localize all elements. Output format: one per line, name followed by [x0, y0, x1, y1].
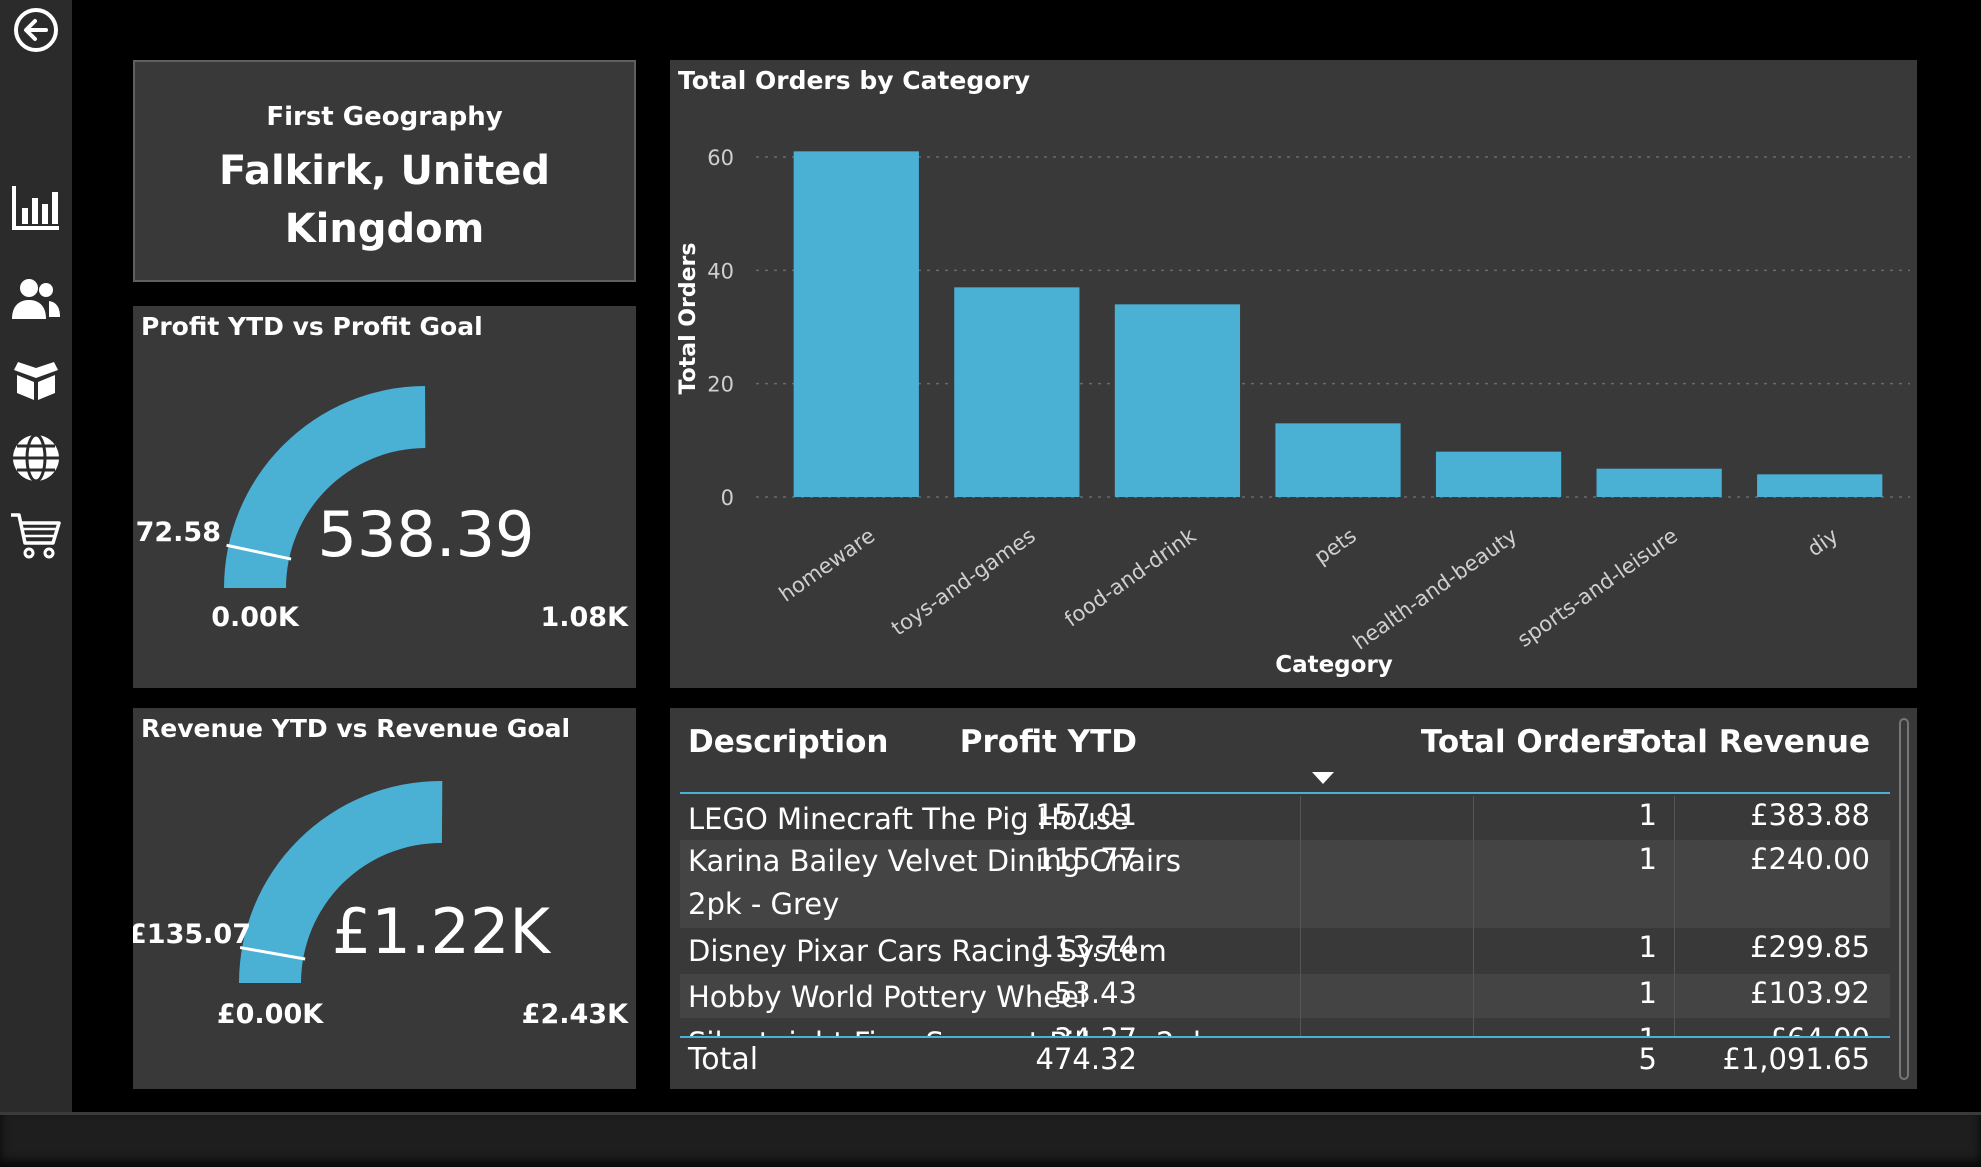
- row-orders: 1: [1638, 798, 1657, 832]
- box-icon[interactable]: [0, 354, 72, 404]
- row-orders: 1: [1639, 1022, 1657, 1036]
- header-divider: [680, 792, 1890, 794]
- bar-health-and-beauty[interactable]: [1435, 451, 1562, 497]
- revenue-gauge-svg: £1.22K £135.07 £0.00K £2.43K: [133, 781, 629, 1030]
- row-description: Hobby World Pottery Wheel: [688, 980, 1087, 1014]
- bar-diy[interactable]: [1757, 474, 1883, 497]
- row-revenue: £383.88: [1750, 798, 1870, 832]
- revenue-gauge-max-label: £2.43K: [522, 999, 629, 1030]
- sidebar-nav: [0, 0, 72, 1112]
- row-revenue: £299.85: [1750, 930, 1870, 964]
- table-row[interactable]: Disney Pixar Cars Racing System Track 11…: [680, 928, 1890, 1011]
- first-geography-card: First Geography Falkirk, United Kingdom: [133, 60, 636, 282]
- orders-by-category-chart[interactable]: Total Orders by Category 0 20 40 60 homeware…: [670, 60, 1917, 688]
- row-orders: 1: [1638, 930, 1657, 964]
- x-tick-label: toys-and-games: [887, 523, 1040, 640]
- total-orders: 5: [1638, 1042, 1657, 1076]
- table-row[interactable]: Hobby World Pottery Wheel 53.43 1 £103.9…: [680, 974, 1890, 1018]
- x-tick-label: diy: [1803, 523, 1843, 561]
- table-row[interactable]: LEGO Minecraft The Pig House 157.01 1 £3…: [680, 796, 1890, 840]
- row-profit: 53.43: [1053, 976, 1137, 1010]
- row-description: Silentnight Firm Support Pillows 2pk: [688, 1022, 1228, 1036]
- row-profit: 34.37: [1054, 1022, 1137, 1036]
- bar-food-and-drink[interactable]: [1114, 304, 1241, 497]
- total-label: Total: [688, 1042, 759, 1077]
- row-description: LEGO Minecraft The Pig House: [688, 802, 1129, 836]
- x-tick-label: food-and-drink: [1060, 523, 1201, 632]
- profit-gauge-value: 538.39: [318, 498, 535, 571]
- y-tick-label: 60: [707, 146, 734, 170]
- bar-homeware[interactable]: [793, 151, 919, 497]
- first-geography-label: First Geography: [266, 102, 503, 132]
- row-profit: 157.01: [1035, 798, 1137, 832]
- table-row[interactable]: Silentnight Firm Support Pillows 2pk 34.…: [680, 1018, 1890, 1036]
- row-description: Karina Bailey Velvet Dining Chairs 2pk -…: [688, 844, 1182, 921]
- row-revenue: £103.92: [1750, 976, 1870, 1010]
- row-profit: 115.77: [1035, 842, 1137, 876]
- column-divider: [1300, 796, 1301, 1036]
- column-divider: [1674, 796, 1675, 1036]
- y-tick-label: 0: [721, 486, 734, 510]
- table-scrollbar[interactable]: [1899, 718, 1909, 1080]
- column-header-description[interactable]: Description: [688, 724, 889, 760]
- bar-chart-icon[interactable]: [0, 183, 72, 233]
- first-geography-value: Falkirk, United Kingdom: [219, 148, 550, 252]
- x-tick-label: sports-and-leisure: [1513, 523, 1682, 651]
- total-revenue: £1,091.65: [1722, 1042, 1870, 1076]
- bar-sports-and-leisure[interactable]: [1596, 468, 1722, 497]
- row-revenue: £64.00: [1769, 1022, 1870, 1036]
- bar-toys-and-games[interactable]: [954, 287, 1080, 497]
- revenue-gauge-value: £1.22K: [332, 895, 551, 968]
- y-tick-label: 20: [707, 373, 734, 397]
- total-divider: [680, 1036, 1890, 1038]
- profit-gauge-min-label: 0.00K: [211, 602, 300, 633]
- sort-descending-icon[interactable]: [1312, 772, 1334, 784]
- row-orders: 1: [1638, 976, 1657, 1010]
- profit-gauge-max-label: 1.08K: [540, 602, 629, 633]
- row-profit: 113.74: [1035, 930, 1137, 964]
- column-header-orders[interactable]: Total Orders: [1421, 724, 1635, 760]
- bar-chart-svg: 0 20 40 60 homeware toys-and-games food-and-dr…: [676, 146, 1910, 678]
- row-orders: 1: [1638, 842, 1657, 876]
- column-divider: [1473, 796, 1474, 1036]
- x-tick-label: homeware: [775, 523, 879, 606]
- column-header-profit[interactable]: Profit YTD: [960, 724, 1137, 760]
- row-revenue: £240.00: [1750, 842, 1870, 876]
- table-row[interactable]: Karina Bailey Velvet Dining Chairs 2pk -…: [680, 840, 1890, 928]
- profit-gauge-tile[interactable]: Profit YTD vs Profit Goal 538.39 72.58 0.0…: [133, 306, 636, 688]
- globe-icon[interactable]: [0, 432, 72, 484]
- revenue-gauge-target-label: £135.07: [133, 919, 251, 950]
- revenue-gauge-tile[interactable]: Revenue YTD vs Revenue Goal £1.22K £135.0…: [133, 708, 636, 1089]
- profit-gauge-target-label: 72.58: [136, 517, 221, 548]
- x-tick-label: pets: [1310, 523, 1361, 569]
- users-icon[interactable]: [0, 276, 72, 322]
- total-row: Total 474.32 5 £1,091.65: [680, 1040, 1890, 1084]
- column-header-revenue[interactable]: Total Revenue: [1623, 724, 1870, 760]
- profit-gauge-svg: 538.39 72.58 0.00K 1.08K: [136, 386, 629, 633]
- product-table[interactable]: Description Profit YTD Total Orders Tota…: [670, 708, 1917, 1089]
- y-tick-label: 40: [707, 259, 734, 283]
- back-arrow-icon[interactable]: [0, 8, 72, 52]
- y-axis-label: Total Orders: [676, 243, 701, 395]
- total-profit: 474.32: [1035, 1042, 1137, 1076]
- bar-pets[interactable]: [1275, 423, 1401, 497]
- x-tick-label: health-and-beauty: [1349, 523, 1522, 654]
- cart-icon[interactable]: [0, 510, 72, 562]
- x-axis-label: Category: [1275, 652, 1393, 678]
- bottom-bar: [0, 1112, 1981, 1167]
- revenue-gauge-min-label: £0.00K: [217, 999, 324, 1030]
